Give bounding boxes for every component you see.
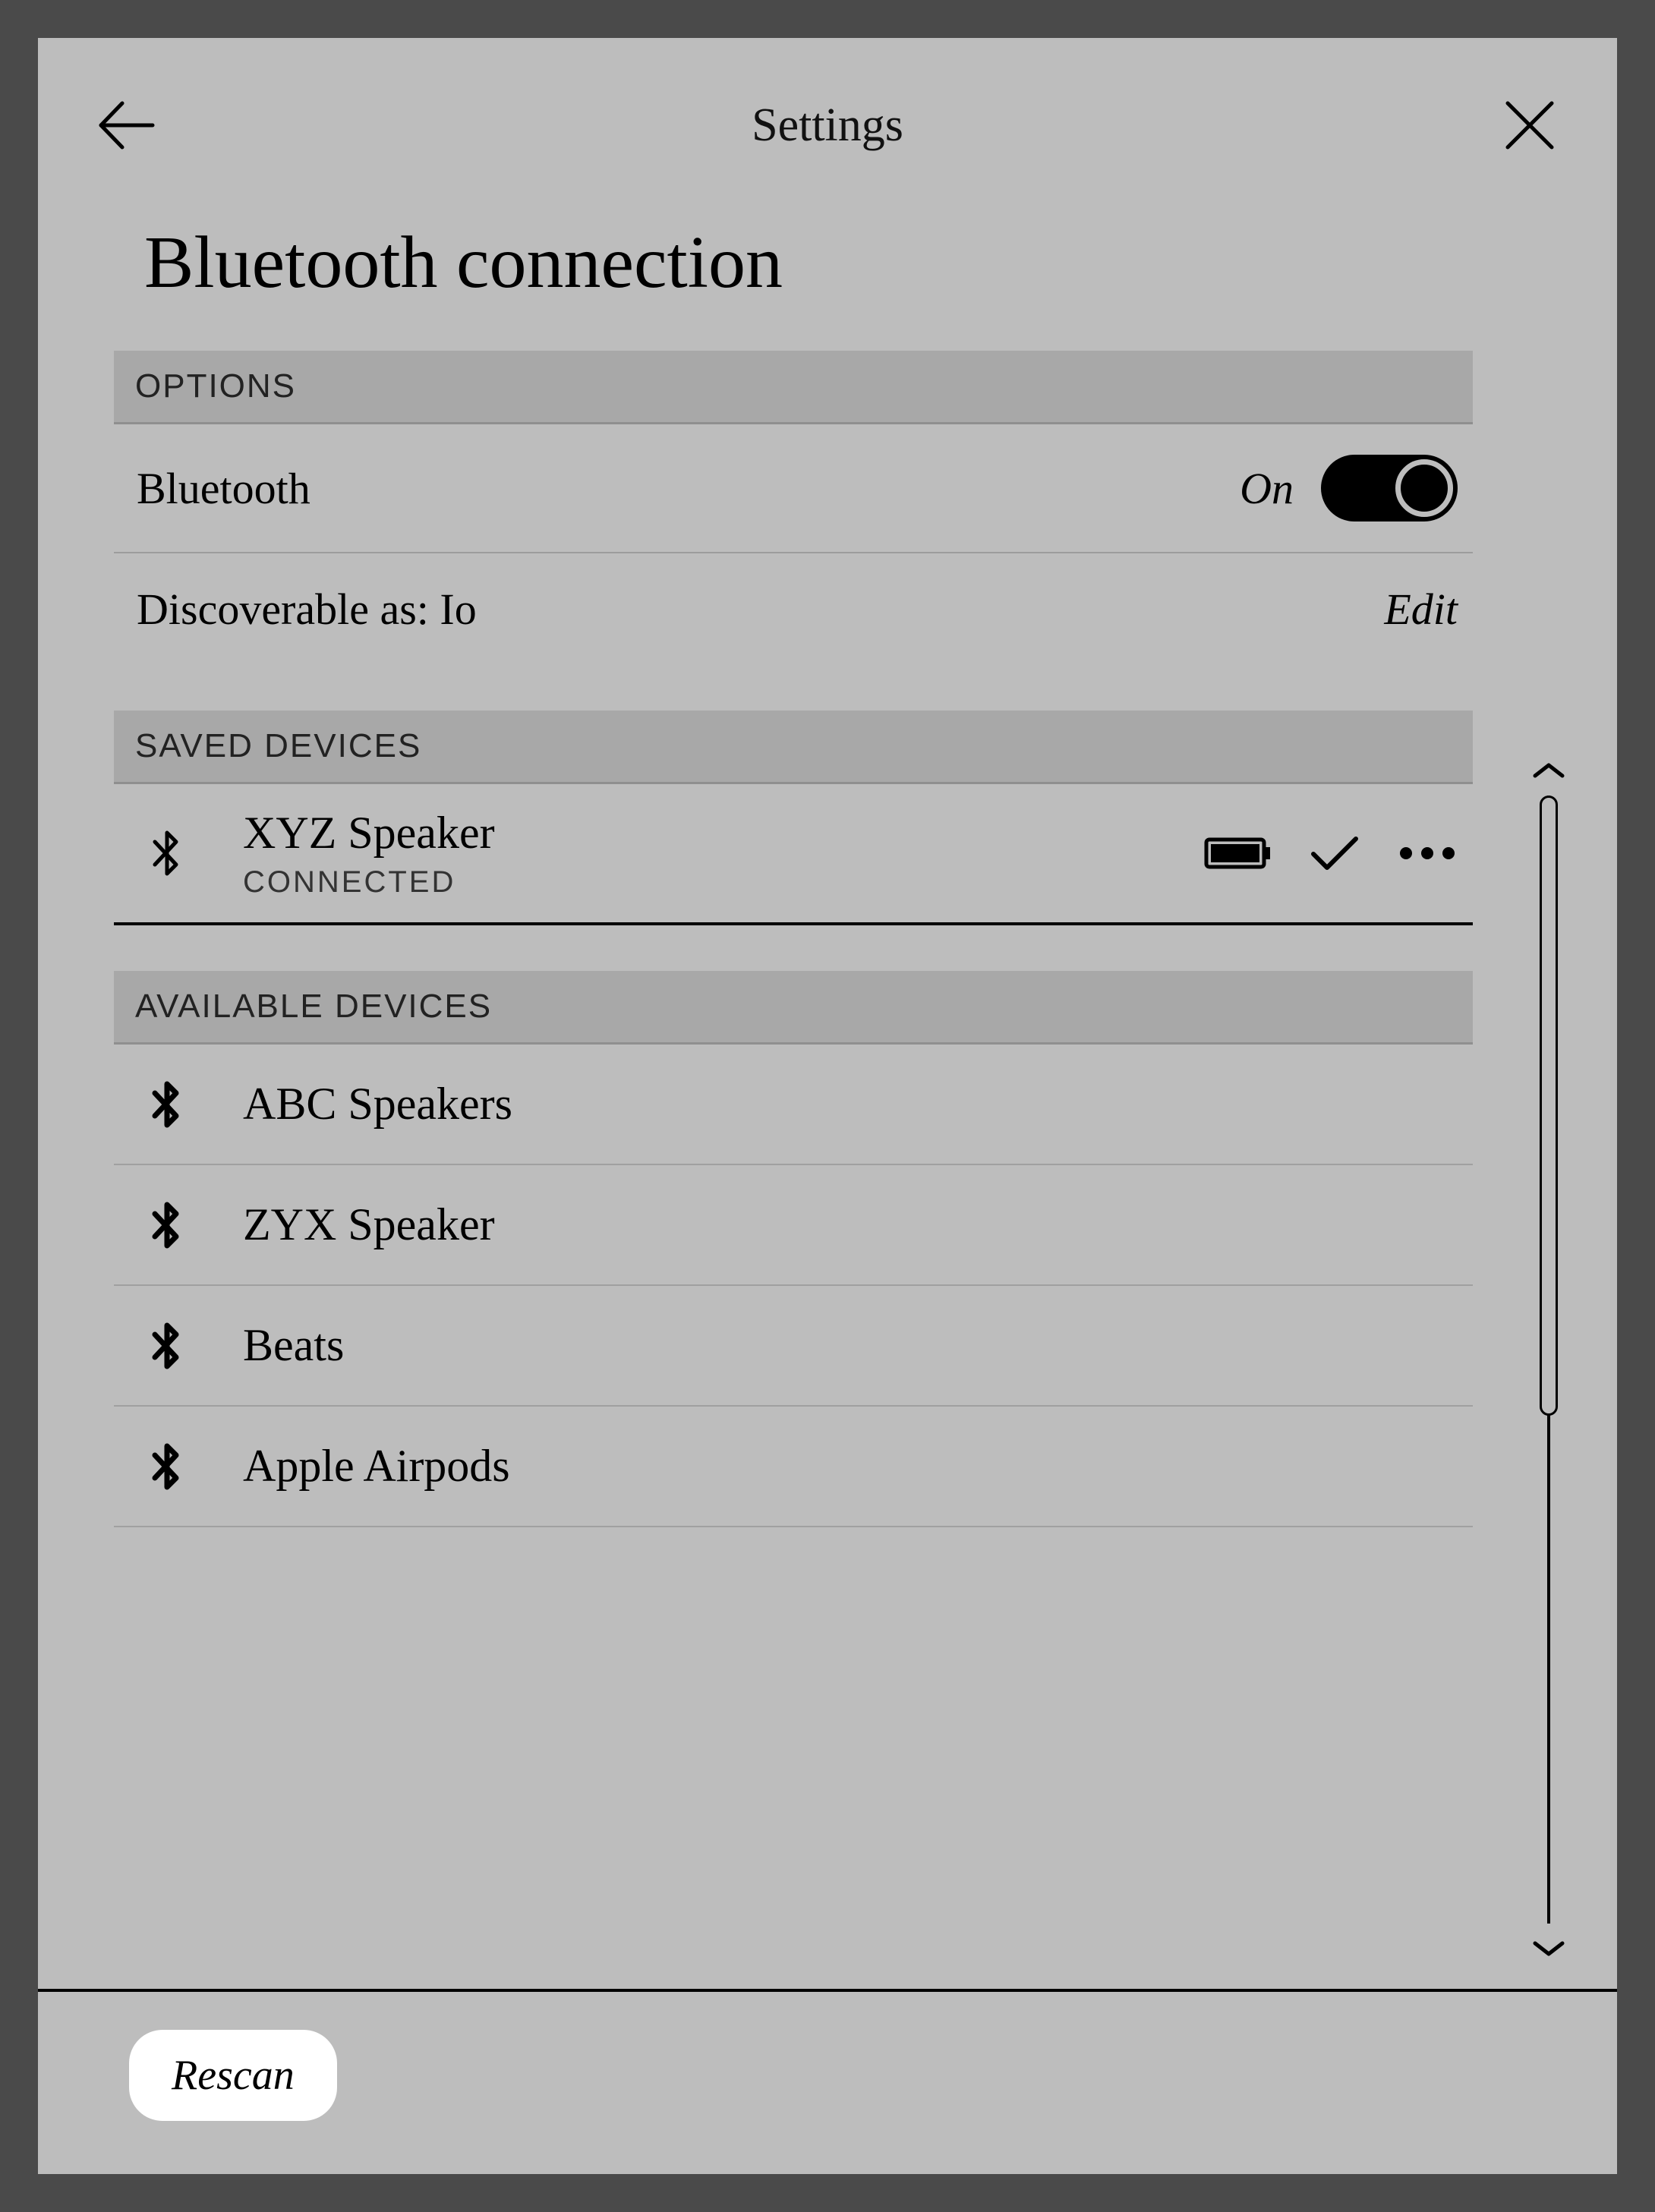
check-icon: [1310, 834, 1359, 872]
scroll-up-button[interactable]: [1532, 761, 1565, 780]
discoverable-row[interactable]: Discoverable as: Io Edit: [114, 553, 1473, 665]
device-status: CONNECTED: [243, 865, 1204, 900]
available-device-row[interactable]: Beats: [114, 1286, 1473, 1407]
section-gap: [114, 925, 1473, 971]
bluetooth-toggle-row[interactable]: Bluetooth On: [114, 424, 1473, 553]
chevron-up-icon: [1532, 761, 1565, 780]
section-header-available: AVAILABLE DEVICES: [114, 971, 1473, 1045]
scroll-thumb[interactable]: [1540, 796, 1558, 1416]
device-name: Apple Airpods: [243, 1440, 1458, 1492]
bluetooth-icon: [137, 1442, 197, 1492]
device-actions: [1204, 834, 1458, 872]
header-title: Settings: [752, 99, 903, 153]
header-bar: Settings: [38, 38, 1617, 190]
device-frame: Settings Bluetooth connection OPTIONS Bl…: [0, 0, 1655, 2212]
bluetooth-icon: [137, 1079, 197, 1130]
content-area: OPTIONS Bluetooth On Discoverable as: I: [38, 351, 1617, 1989]
more-icon[interactable]: [1397, 846, 1458, 861]
toggle-knob: [1395, 459, 1453, 517]
available-device-row[interactable]: Apple Airpods: [114, 1407, 1473, 1527]
toggle-switch[interactable]: [1321, 455, 1458, 521]
scroll-track[interactable]: [1547, 796, 1550, 1924]
scrollbar: [1526, 351, 1571, 1989]
footer-bar: Rescan: [38, 1989, 1617, 2174]
chevron-down-icon: [1532, 1939, 1565, 1958]
bluetooth-icon: [137, 828, 197, 878]
edit-link[interactable]: Edit: [1384, 584, 1458, 635]
rescan-button[interactable]: Rescan: [129, 2030, 337, 2121]
device-name: Beats: [243, 1319, 1458, 1372]
close-button[interactable]: [1496, 91, 1564, 159]
section-header-saved: SAVED DEVICES: [114, 711, 1473, 784]
list-wrap: OPTIONS Bluetooth On Discoverable as: I: [114, 351, 1526, 1989]
arrow-left-icon: [95, 99, 156, 152]
bluetooth-label: Bluetooth: [137, 463, 311, 514]
saved-device-row[interactable]: XYZ Speaker CONNECTED: [114, 784, 1473, 925]
device-name: ABC Speakers: [243, 1078, 1458, 1130]
back-button[interactable]: [91, 91, 159, 159]
available-device-row[interactable]: ZYX Speaker: [114, 1165, 1473, 1286]
device-info: XYZ Speaker CONNECTED: [243, 807, 1204, 900]
device-name: ZYX Speaker: [243, 1199, 1458, 1251]
battery-icon: [1204, 835, 1272, 871]
discoverable-label: Discoverable as: Io: [137, 584, 477, 635]
page-title: Bluetooth connection: [38, 190, 1617, 351]
bluetooth-icon: [137, 1200, 197, 1250]
bluetooth-state: On: [1240, 463, 1294, 514]
device-name: XYZ Speaker: [243, 807, 1204, 859]
close-icon: [1503, 99, 1556, 152]
bluetooth-icon: [137, 1321, 197, 1371]
available-device-row[interactable]: ABC Speakers: [114, 1045, 1473, 1165]
scroll-down-button[interactable]: [1532, 1939, 1565, 1958]
section-header-options: OPTIONS: [114, 351, 1473, 424]
screen: Settings Bluetooth connection OPTIONS Bl…: [38, 38, 1617, 2174]
section-gap: [114, 665, 1473, 711]
